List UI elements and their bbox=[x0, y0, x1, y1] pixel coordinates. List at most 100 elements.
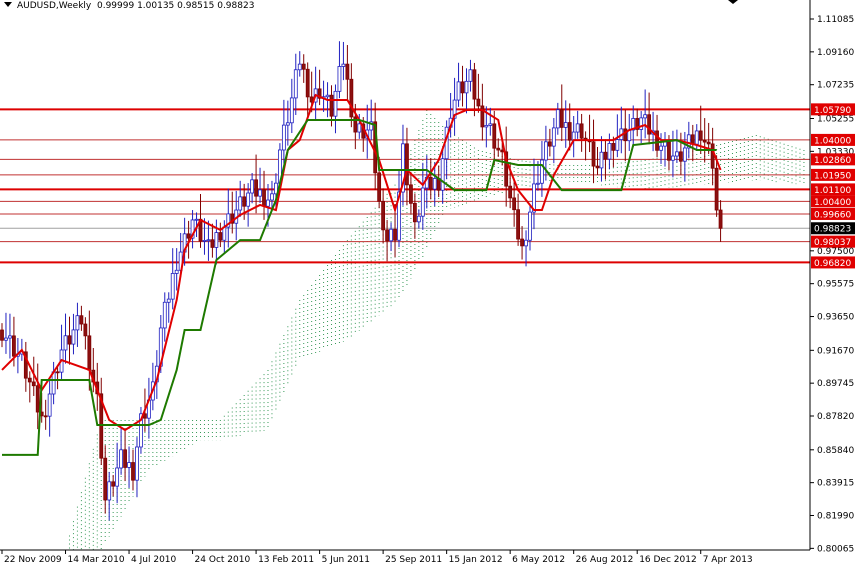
candle bbox=[337, 66, 342, 92]
candle bbox=[611, 143, 616, 151]
x-tick-label: 4 Jul 2010 bbox=[131, 555, 176, 565]
candle bbox=[464, 80, 469, 94]
y-tick-label: 0.87820 bbox=[817, 412, 854, 422]
candle bbox=[127, 462, 131, 468]
current-price-label: 0.98823 bbox=[814, 225, 851, 235]
candle bbox=[603, 151, 608, 160]
candle bbox=[659, 145, 663, 151]
candle bbox=[575, 123, 580, 133]
candle bbox=[71, 329, 76, 345]
candle bbox=[242, 196, 247, 207]
candle bbox=[579, 123, 584, 139]
candle bbox=[246, 192, 251, 207]
candle bbox=[301, 63, 306, 70]
candle bbox=[698, 130, 703, 141]
candle bbox=[540, 159, 544, 184]
candle bbox=[262, 189, 266, 207]
level-label: 1.04000 bbox=[814, 136, 851, 146]
candle bbox=[254, 179, 258, 197]
candle bbox=[623, 128, 628, 142]
candle bbox=[472, 69, 477, 100]
candle bbox=[43, 415, 48, 418]
candle bbox=[381, 200, 386, 231]
candle bbox=[675, 151, 679, 157]
candle bbox=[639, 117, 644, 130]
candle bbox=[591, 141, 596, 167]
candle bbox=[135, 446, 139, 481]
candle bbox=[357, 123, 362, 133]
candle bbox=[83, 323, 88, 337]
candle bbox=[35, 385, 40, 413]
candle bbox=[325, 94, 330, 98]
candle bbox=[202, 240, 207, 242]
dropdown-triangle-icon[interactable] bbox=[4, 2, 12, 7]
candle bbox=[460, 81, 465, 94]
y-tick-label: 0.93650 bbox=[817, 313, 854, 323]
candle bbox=[170, 273, 175, 300]
candle bbox=[567, 122, 572, 141]
candle bbox=[119, 449, 123, 469]
candle bbox=[571, 131, 576, 141]
candle bbox=[607, 143, 612, 160]
x-tick-label: 7 Apr 2013 bbox=[703, 555, 753, 565]
x-tick-label: 16 Dec 2012 bbox=[639, 555, 697, 565]
candle bbox=[131, 462, 135, 481]
candle bbox=[377, 172, 382, 202]
candle bbox=[420, 187, 425, 217]
level-label: 1.01950 bbox=[814, 171, 851, 181]
candle bbox=[671, 155, 675, 161]
candle bbox=[667, 141, 671, 161]
candle bbox=[476, 98, 481, 107]
candle bbox=[456, 81, 461, 101]
candle bbox=[218, 232, 223, 241]
candle bbox=[8, 335, 12, 339]
candle bbox=[432, 178, 437, 190]
candle bbox=[281, 124, 286, 151]
candle bbox=[412, 202, 417, 223]
candle bbox=[349, 78, 354, 118]
y-tick-label: 0.91670 bbox=[817, 346, 854, 356]
candle bbox=[416, 215, 421, 223]
y-tick-label: 1.11085 bbox=[817, 15, 854, 25]
candle bbox=[488, 123, 493, 126]
candle bbox=[393, 228, 397, 241]
candle bbox=[210, 239, 215, 248]
candle bbox=[643, 114, 648, 119]
candle bbox=[543, 141, 548, 161]
candle bbox=[524, 239, 528, 247]
candle bbox=[555, 109, 560, 129]
level-label: 0.96820 bbox=[814, 259, 851, 269]
candle bbox=[547, 141, 552, 147]
candle bbox=[194, 218, 199, 221]
level-label: 1.01100 bbox=[814, 186, 851, 196]
candle bbox=[595, 165, 600, 169]
x-tick-label: 22 Nov 2009 bbox=[4, 555, 62, 565]
candle bbox=[103, 457, 108, 501]
y-tick-label: 0.83915 bbox=[817, 479, 854, 489]
candle bbox=[285, 122, 290, 126]
candle bbox=[115, 467, 120, 487]
candle bbox=[405, 143, 409, 186]
price-chart[interactable]: 1.110851.091601.072351.052551.033300.975… bbox=[0, 0, 855, 566]
y-tick-label: 0.95575 bbox=[817, 280, 854, 290]
candle bbox=[710, 143, 715, 169]
candle bbox=[559, 109, 564, 128]
y-tick-label: 0.97500 bbox=[817, 247, 854, 257]
candle bbox=[258, 189, 262, 197]
candle bbox=[508, 185, 513, 199]
level-label: 1.02860 bbox=[814, 156, 851, 166]
y-tick-label: 1.09160 bbox=[817, 48, 854, 58]
candle bbox=[329, 94, 334, 117]
candle bbox=[492, 123, 497, 149]
x-tick-label: 6 May 2012 bbox=[512, 555, 565, 565]
x-tick-label: 24 Oct 2010 bbox=[195, 555, 251, 565]
candle bbox=[166, 298, 171, 303]
candle bbox=[79, 315, 84, 325]
level-label: 0.98037 bbox=[814, 238, 851, 248]
candle bbox=[484, 124, 489, 128]
x-tick-label: 15 Jan 2012 bbox=[449, 555, 503, 565]
candle bbox=[520, 238, 524, 247]
candle bbox=[682, 147, 687, 162]
candle bbox=[266, 199, 270, 207]
candle bbox=[409, 184, 413, 204]
